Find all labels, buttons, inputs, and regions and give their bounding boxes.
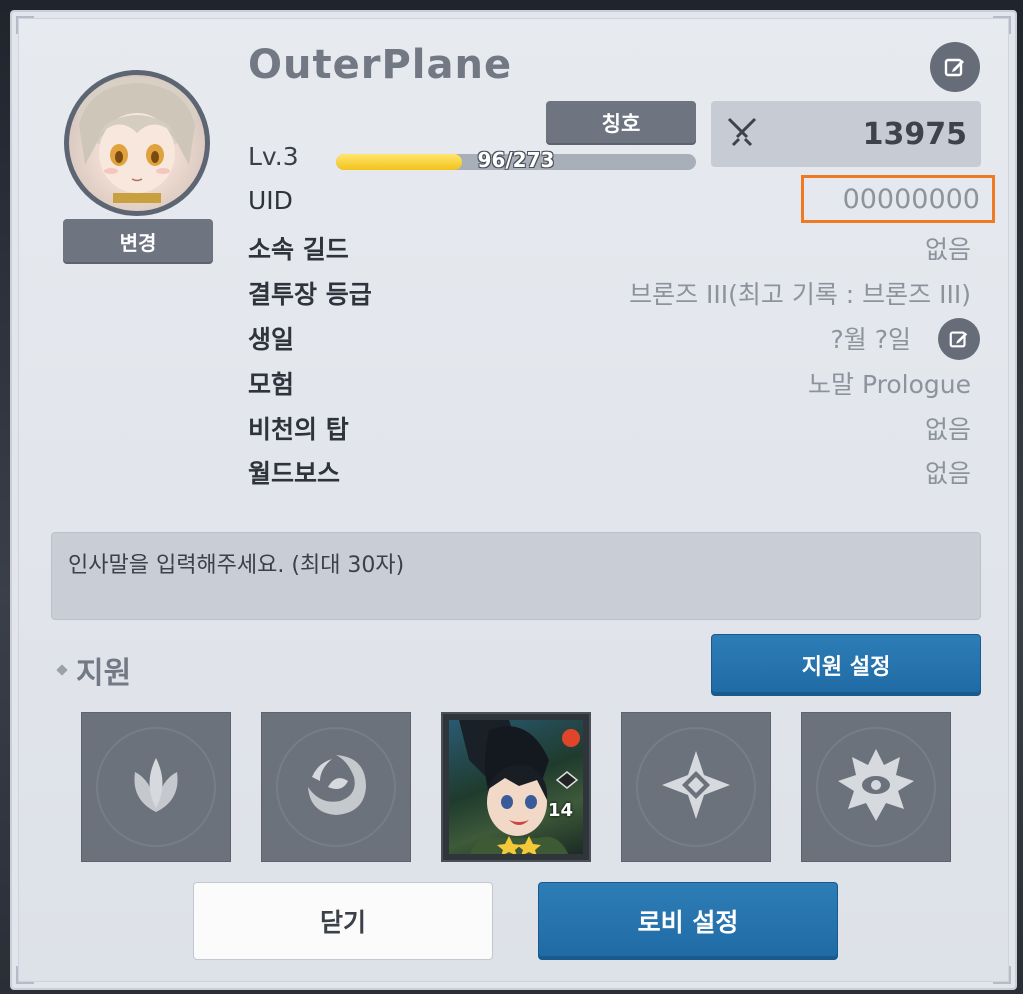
- support-slot-earth[interactable]: [81, 712, 231, 862]
- combat-power-value: 13975: [862, 116, 967, 152]
- frame-corner: [16, 966, 34, 984]
- support-slot-dark[interactable]: [801, 712, 951, 862]
- tower-value: 없음: [924, 415, 971, 444]
- edit-birthday-icon[interactable]: [938, 318, 980, 360]
- frame-corner: [16, 16, 34, 34]
- level-label: Lv.3: [248, 142, 299, 171]
- uid-value[interactable]: 00000000: [801, 175, 995, 223]
- support-slot-light[interactable]: [621, 712, 771, 862]
- world-boss-label: 월드보스: [248, 459, 341, 488]
- birthday-value: ?월 ?일: [830, 325, 912, 354]
- frame-corner: [993, 966, 1011, 984]
- edit-name-icon[interactable]: [930, 42, 980, 92]
- arena-rank-value: 브론즈 III(최고 기록 : 브론즈 III): [629, 280, 971, 309]
- lobby-settings-button[interactable]: 로비 설정: [538, 882, 838, 960]
- support-title-text: 지원: [76, 656, 132, 691]
- support-slot-water[interactable]: [261, 712, 411, 862]
- adventure-label: 모험: [248, 370, 295, 399]
- support-settings-button[interactable]: 지원 설정: [711, 634, 981, 696]
- frame-corner: [993, 16, 1011, 34]
- diamond-bullet-icon: [56, 664, 68, 676]
- profile-panel: 변경 OuterPlane 칭호 13975 Lv.3 96/273 UID 0…: [10, 10, 1017, 990]
- guild-label: 소속 길드: [248, 235, 349, 264]
- support-slot-hero[interactable]: 14: [441, 712, 591, 862]
- combat-power-box: 13975: [711, 101, 981, 167]
- greeting-input[interactable]: 인사말을 입력해주세요. (최대 30자): [51, 532, 981, 620]
- adventure-value: 노말 Prologue: [808, 370, 971, 399]
- change-avatar-button[interactable]: 변경: [63, 219, 213, 264]
- close-button[interactable]: 닫기: [193, 882, 493, 960]
- world-boss-value: 없음: [924, 459, 971, 488]
- xp-text: 96/273: [477, 148, 555, 172]
- arena-rank-label: 결투장 등급: [248, 280, 372, 309]
- hero-portrait: 14: [449, 720, 583, 854]
- birthday-label: 생일: [248, 325, 295, 354]
- hero-level: 14: [547, 800, 573, 821]
- avatar[interactable]: [64, 70, 210, 216]
- support-section-title: 지원: [56, 648, 132, 692]
- tower-label: 비천의 탑: [248, 415, 349, 444]
- title-button[interactable]: 칭호: [546, 101, 696, 145]
- avatar-portrait: [69, 75, 205, 211]
- uid-label: UID: [248, 186, 293, 215]
- guild-value: 없음: [924, 235, 971, 264]
- crossed-swords-icon: [725, 115, 759, 153]
- player-name: OuterPlane: [248, 42, 513, 88]
